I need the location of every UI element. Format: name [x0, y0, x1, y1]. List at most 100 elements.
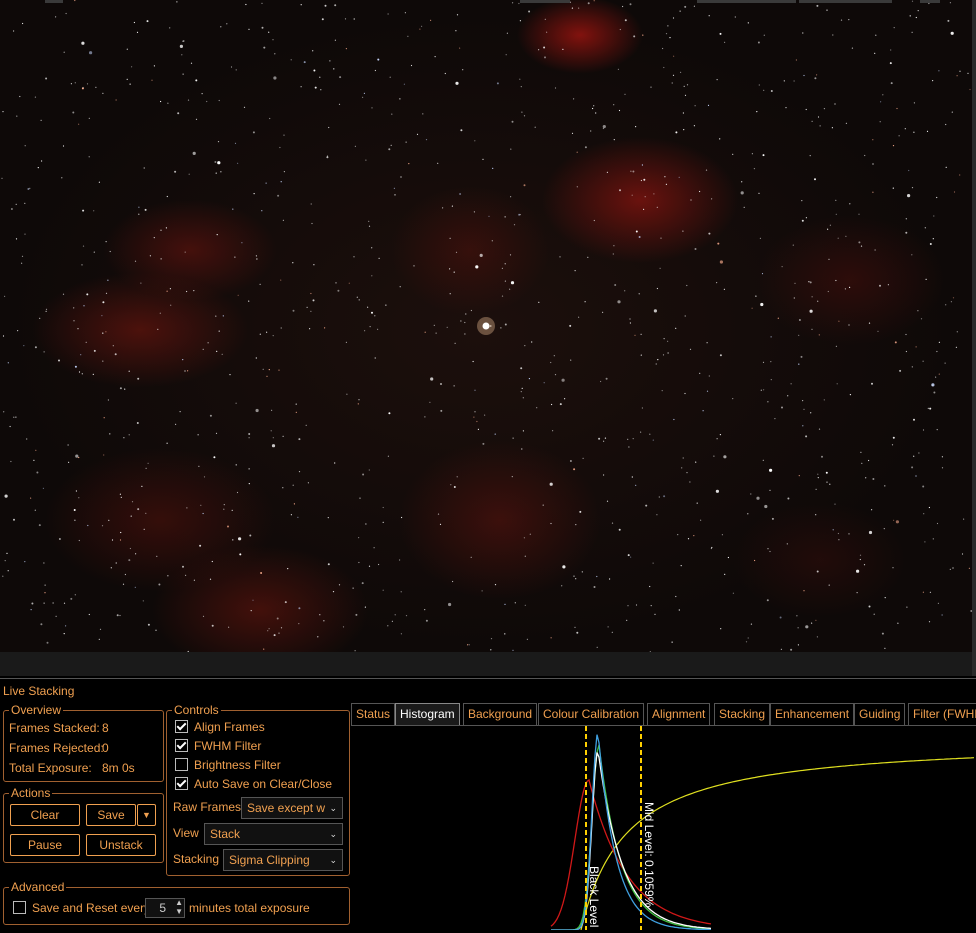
- star: [877, 330, 879, 332]
- star: [513, 224, 516, 226]
- unstack-button[interactable]: Unstack: [86, 834, 156, 856]
- star: [553, 355, 555, 357]
- star: [78, 497, 80, 499]
- star: [667, 352, 669, 354]
- star: [439, 523, 442, 526]
- checkbox-checked-icon[interactable]: [175, 777, 188, 790]
- star: [82, 209, 85, 212]
- tab-filter-fwhm[interactable]: Filter (FWHM: [908, 703, 976, 725]
- clear-button[interactable]: Clear: [10, 804, 80, 826]
- star: [378, 257, 380, 259]
- tab-status[interactable]: Status: [351, 703, 396, 725]
- save-button[interactable]: Save: [86, 804, 136, 826]
- star: [707, 104, 710, 106]
- stepper-arrows-icon[interactable]: ▲ ▼: [175, 898, 183, 916]
- star: [892, 145, 895, 147]
- stacking-select[interactable]: Sigma Clipping ⌄: [223, 849, 343, 871]
- star: [78, 539, 80, 542]
- star: [643, 178, 646, 181]
- star: [63, 602, 66, 604]
- star: [915, 16, 917, 19]
- star: [404, 12, 406, 14]
- pause-button[interactable]: Pause: [10, 834, 80, 856]
- star: [932, 80, 934, 82]
- raw-frames-label: Raw Frames: [173, 800, 242, 814]
- star: [805, 625, 809, 629]
- tab-background[interactable]: Background: [463, 703, 538, 725]
- star: [385, 304, 387, 306]
- star: [248, 468, 250, 470]
- star: [834, 503, 836, 505]
- star: [907, 194, 911, 198]
- star: [593, 105, 595, 107]
- minutes-stepper[interactable]: 5 ▲ ▼: [145, 898, 185, 918]
- star: [290, 59, 292, 61]
- star: [838, 320, 840, 322]
- star: [750, 623, 753, 625]
- star: [271, 444, 276, 448]
- tab-guiding[interactable]: Guiding: [854, 703, 906, 725]
- star: [221, 353, 223, 355]
- star: [248, 437, 250, 439]
- total-exposure-value: 8m 0s: [102, 761, 135, 775]
- histogram-panel[interactable]: Black Level Mid Level: 0.1059%: [351, 725, 976, 931]
- vertical-scrollbar[interactable]: [972, 0, 976, 676]
- star: [276, 617, 279, 620]
- fwhm-filter-checkbox[interactable]: FWHM Filter: [175, 739, 261, 753]
- live-stack-image[interactable]: [0, 0, 972, 652]
- star: [424, 609, 426, 611]
- tab-histogram[interactable]: Histogram: [395, 703, 460, 725]
- top-tab-indicator: [920, 0, 940, 3]
- star: [501, 267, 503, 269]
- star: [546, 31, 548, 33]
- star: [44, 584, 46, 586]
- save-reset-checkbox[interactable]: Save and Reset every: [13, 901, 150, 915]
- star: [43, 351, 45, 353]
- save-reset-label: Save and Reset every: [32, 901, 151, 915]
- star: [105, 241, 107, 243]
- view-select[interactable]: Stack ⌄: [204, 823, 343, 845]
- star: [19, 95, 21, 98]
- auto-save-checkbox[interactable]: Auto Save on Clear/Close: [175, 777, 332, 791]
- star: [719, 434, 722, 436]
- tab-stacking[interactable]: Stacking: [714, 703, 771, 725]
- checkbox-checked-icon[interactable]: [175, 720, 188, 733]
- raw-frames-select[interactable]: Save except w ⌄: [241, 797, 343, 819]
- histogram-plot[interactable]: Black Level Mid Level: 0.1059%: [351, 726, 976, 931]
- checkbox-unchecked-icon[interactable]: [175, 758, 188, 771]
- star: [382, 521, 384, 524]
- brightness-filter-checkbox[interactable]: Brightness Filter: [175, 758, 281, 772]
- star: [832, 34, 834, 36]
- star: [534, 126, 536, 128]
- star: [562, 565, 566, 569]
- star: [88, 117, 90, 119]
- checkbox-unchecked-icon[interactable]: [13, 901, 26, 914]
- star: [815, 619, 817, 622]
- star: [760, 302, 764, 307]
- star: [86, 83, 89, 85]
- star: [195, 118, 198, 120]
- star: [825, 471, 828, 474]
- star: [831, 127, 834, 129]
- star: [524, 345, 526, 347]
- save-dropdown-button[interactable]: ▼: [137, 804, 156, 826]
- star: [456, 14, 459, 16]
- star: [564, 398, 566, 400]
- star: [521, 448, 523, 450]
- star: [941, 456, 944, 458]
- align-frames-checkbox[interactable]: Align Frames: [175, 720, 265, 734]
- star: [239, 553, 242, 556]
- star: [607, 626, 609, 628]
- tab-enhancement[interactable]: Enhancement: [770, 703, 855, 725]
- star: [745, 641, 748, 643]
- star: [538, 301, 540, 303]
- tab-colour-calibration[interactable]: Colour Calibration: [538, 703, 645, 725]
- star: [849, 286, 851, 288]
- star: [101, 315, 103, 317]
- star: [815, 488, 817, 490]
- checkbox-checked-icon[interactable]: [175, 739, 188, 752]
- star: [751, 307, 753, 309]
- star: [571, 7, 574, 9]
- tab-alignment[interactable]: Alignment: [647, 703, 711, 725]
- star: [590, 130, 592, 132]
